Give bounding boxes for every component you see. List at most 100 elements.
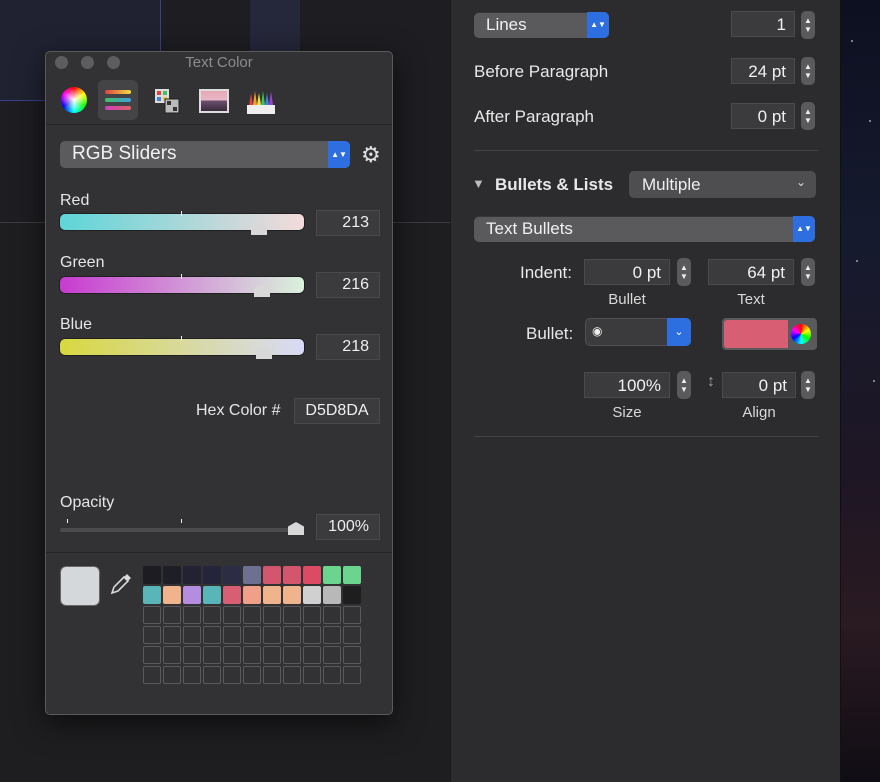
bullet-size-stepper[interactable]: ▲ ▼ bbox=[677, 371, 691, 399]
color-swatch-cell[interactable] bbox=[343, 646, 361, 664]
color-swatch-cell[interactable] bbox=[283, 666, 301, 684]
color-swatch-cell[interactable] bbox=[143, 626, 161, 644]
red-slider[interactable] bbox=[60, 214, 304, 230]
color-swatch-cell[interactable] bbox=[223, 666, 241, 684]
indent-text-stepper[interactable]: ▲ ▼ bbox=[801, 258, 815, 286]
color-swatch-cell[interactable] bbox=[223, 566, 241, 584]
color-swatch-cell[interactable] bbox=[203, 646, 221, 664]
hex-color-field[interactable]: D5D8DA bbox=[294, 398, 380, 424]
color-swatch-cell[interactable] bbox=[183, 586, 201, 604]
gear-icon[interactable]: ⚙ bbox=[361, 142, 381, 168]
color-swatch-cell[interactable] bbox=[243, 646, 261, 664]
color-swatch-cell[interactable] bbox=[243, 586, 261, 604]
color-swatch-cell[interactable] bbox=[163, 606, 181, 624]
color-swatch-cell[interactable] bbox=[223, 586, 241, 604]
tab-pencils[interactable] bbox=[240, 80, 280, 120]
color-swatch-cell[interactable] bbox=[343, 606, 361, 624]
color-wheel-icon[interactable] bbox=[791, 324, 811, 344]
color-swatch-cell[interactable] bbox=[263, 606, 281, 624]
current-color-swatch[interactable] bbox=[60, 566, 100, 606]
bullet-size-field[interactable]: 100% bbox=[584, 372, 670, 398]
opacity-value-field[interactable]: 100% bbox=[316, 514, 380, 540]
after-paragraph-field[interactable]: 0 pt bbox=[731, 103, 795, 129]
line-spacing-field[interactable]: 1 bbox=[731, 11, 795, 37]
color-swatch-cell[interactable] bbox=[203, 606, 221, 624]
tab-color-sliders[interactable] bbox=[98, 80, 138, 120]
color-swatch-cell[interactable] bbox=[283, 606, 301, 624]
color-swatch-cell[interactable] bbox=[223, 606, 241, 624]
blue-value-field[interactable]: 218 bbox=[316, 334, 380, 360]
color-swatch-cell[interactable] bbox=[263, 646, 281, 664]
color-swatch-cell[interactable] bbox=[263, 586, 281, 604]
color-swatch-cell[interactable] bbox=[143, 566, 161, 584]
color-swatch-cell[interactable] bbox=[203, 566, 221, 584]
color-swatch-cell[interactable] bbox=[323, 646, 341, 664]
color-swatch-cell[interactable] bbox=[243, 606, 261, 624]
color-swatch-cell[interactable] bbox=[343, 626, 361, 644]
color-swatch-cell[interactable] bbox=[163, 586, 181, 604]
color-swatch-cell[interactable] bbox=[183, 606, 201, 624]
line-spacing-stepper[interactable]: ▲ ▼ bbox=[801, 11, 815, 39]
disclosure-triangle-icon[interactable]: ▼ bbox=[472, 176, 485, 191]
color-swatch-cell[interactable] bbox=[263, 666, 281, 684]
color-swatch-cell[interactable] bbox=[303, 566, 321, 584]
color-swatch-cell[interactable] bbox=[323, 566, 341, 584]
color-swatch-cell[interactable] bbox=[143, 586, 161, 604]
color-swatch-cell[interactable] bbox=[303, 586, 321, 604]
color-swatch-cell[interactable] bbox=[283, 586, 301, 604]
color-panel-titlebar[interactable]: Text Color bbox=[46, 52, 392, 76]
tab-color-wheel[interactable] bbox=[54, 80, 94, 120]
color-swatch-cell[interactable] bbox=[303, 606, 321, 624]
color-swatch-cell[interactable] bbox=[323, 666, 341, 684]
before-paragraph-stepper[interactable]: ▲ ▼ bbox=[801, 57, 815, 85]
color-swatch-cell[interactable] bbox=[343, 566, 361, 584]
tab-image-palettes[interactable] bbox=[193, 80, 233, 120]
color-swatch-cell[interactable] bbox=[303, 646, 321, 664]
opacity-slider-thumb[interactable] bbox=[288, 522, 304, 535]
color-swatch-cell[interactable] bbox=[243, 666, 261, 684]
color-swatch-cell[interactable] bbox=[243, 566, 261, 584]
color-swatch-cell[interactable] bbox=[263, 566, 281, 584]
before-paragraph-field[interactable]: 24 pt bbox=[731, 58, 795, 84]
color-swatch-cell[interactable] bbox=[343, 666, 361, 684]
color-swatch-cell[interactable] bbox=[323, 606, 341, 624]
bullet-type-popup[interactable]: Text Bullets ▲▼ bbox=[474, 216, 815, 242]
color-swatch-cell[interactable] bbox=[243, 626, 261, 644]
color-swatch-cell[interactable] bbox=[143, 666, 161, 684]
color-swatch-cell[interactable] bbox=[143, 646, 161, 664]
bullet-color-swatch[interactable] bbox=[724, 320, 788, 348]
color-swatch-cell[interactable] bbox=[203, 586, 221, 604]
color-swatch-cell[interactable] bbox=[283, 626, 301, 644]
color-swatch-cell[interactable] bbox=[323, 626, 341, 644]
color-swatch-cell[interactable] bbox=[263, 626, 281, 644]
green-value-field[interactable]: 216 bbox=[316, 272, 380, 298]
color-swatch-cell[interactable] bbox=[283, 566, 301, 584]
color-swatch-cell[interactable] bbox=[163, 646, 181, 664]
color-swatch-cell[interactable] bbox=[203, 626, 221, 644]
color-swatch-cell[interactable] bbox=[303, 666, 321, 684]
eyedropper-icon[interactable] bbox=[109, 572, 133, 602]
color-swatch-cell[interactable] bbox=[183, 626, 201, 644]
color-swatch-cell[interactable] bbox=[203, 666, 221, 684]
color-swatch-cell[interactable] bbox=[163, 566, 181, 584]
color-mode-popup[interactable]: RGB Sliders ▲▼ bbox=[60, 141, 350, 168]
indent-bullet-field[interactable]: 0 pt bbox=[584, 259, 670, 285]
line-spacing-popup[interactable]: Lines ▲▼ bbox=[474, 12, 609, 38]
color-swatch-cell[interactable] bbox=[183, 566, 201, 584]
color-swatch-cell[interactable] bbox=[143, 606, 161, 624]
indent-bullet-stepper[interactable]: ▲ ▼ bbox=[677, 258, 691, 286]
bullet-align-field[interactable]: 0 pt bbox=[722, 372, 796, 398]
color-swatch-cell[interactable] bbox=[283, 646, 301, 664]
color-swatch-cell[interactable] bbox=[183, 646, 201, 664]
indent-text-field[interactable]: 64 pt bbox=[708, 259, 794, 285]
bullet-glyph-popup[interactable]: ◉ ⌄ bbox=[585, 318, 691, 346]
opacity-slider[interactable] bbox=[60, 528, 298, 532]
bullet-color-well[interactable] bbox=[722, 318, 817, 350]
color-swatch-cell[interactable] bbox=[223, 646, 241, 664]
color-swatch-cell[interactable] bbox=[163, 666, 181, 684]
color-swatch-cell[interactable] bbox=[223, 626, 241, 644]
color-swatch-cell[interactable] bbox=[323, 586, 341, 604]
color-swatch-cell[interactable] bbox=[183, 666, 201, 684]
after-paragraph-stepper[interactable]: ▲ ▼ bbox=[801, 102, 815, 130]
tab-color-palettes[interactable] bbox=[146, 80, 186, 120]
